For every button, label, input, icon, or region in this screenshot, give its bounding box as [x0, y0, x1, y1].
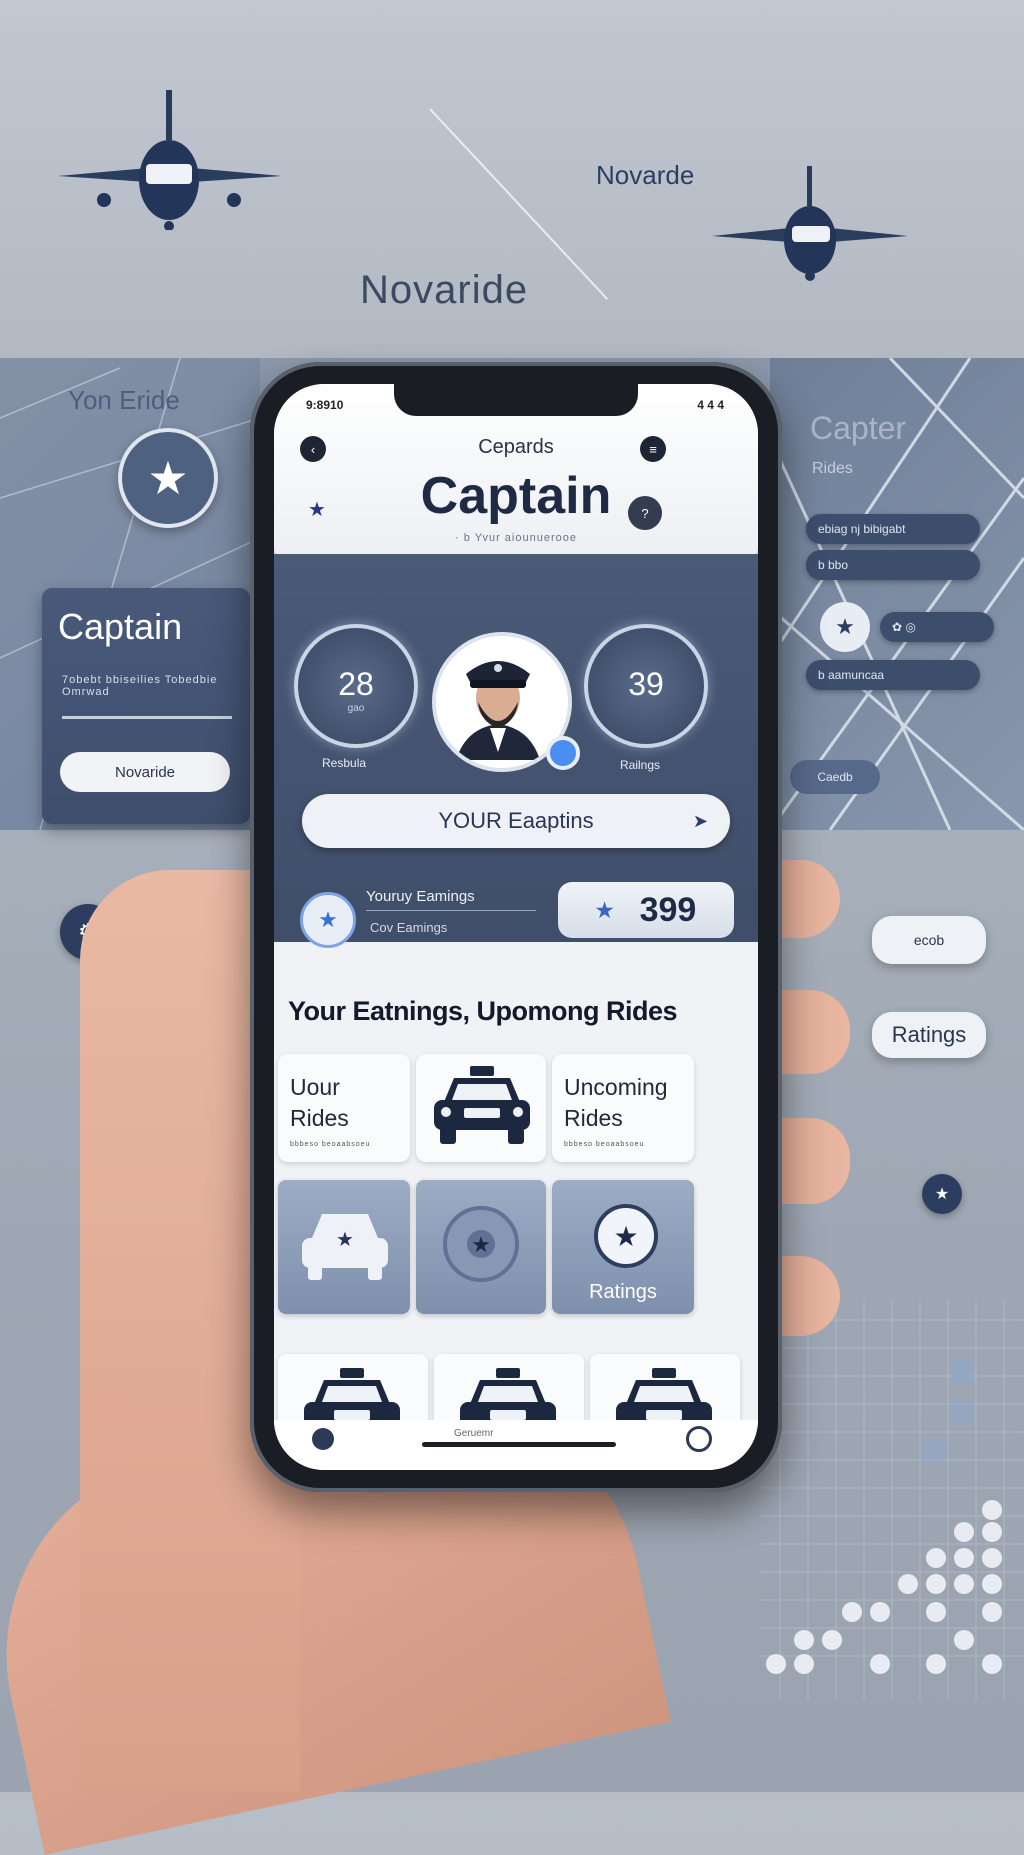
section-title: Your Eatnings, Upomong Rides — [288, 996, 678, 1026]
earnings-sublabel: Cov Eamings — [370, 920, 448, 935]
earnings-value: 399 — [639, 890, 697, 929]
home-icon[interactable] — [312, 1428, 334, 1450]
airplane-icon — [712, 166, 908, 281]
icons-placeholder: ✿ ◎ — [892, 620, 916, 634]
star-icon: ★ — [820, 602, 870, 652]
right-small-pill[interactable]: Caedb — [790, 760, 880, 794]
phone: Cepards Captain · b Yvur aiounuerooe ‹ ≡… — [250, 362, 782, 1492]
phone-screen: Cepards Captain · b Yvur aiounuerooe ‹ ≡… — [274, 384, 758, 1470]
rides-gauge-label: Resbula — [322, 756, 367, 770]
ratings-tile-label: Ratings — [589, 1281, 657, 1303]
header-tagline: · b Yvur aiounuerooe — [455, 532, 577, 544]
ratings-gauge-label: Railngs — [620, 758, 661, 772]
left-panel-title: Yon Eride — [68, 385, 180, 415]
star-icon[interactable]: ★ — [922, 1174, 962, 1214]
right-pill-1[interactable]: ebiag nj bibigabt — [806, 514, 980, 544]
rides-gauge-value: 28 — [338, 666, 374, 702]
brand-text-right: Novarde — [596, 160, 695, 190]
svg-text:★: ★ — [471, 1232, 491, 1257]
svg-text:★: ★ — [336, 1229, 354, 1251]
status-icons: 4 4 4 — [697, 398, 724, 412]
captain-card-title: Captain — [58, 606, 183, 647]
home-indicator[interactable] — [422, 1442, 616, 1447]
page-title: Captain — [420, 467, 612, 525]
ratings-gauge-value: 39 — [628, 666, 664, 702]
chevron-right-icon: ➤ — [692, 810, 708, 831]
your-earnings-button[interactable]: YOUR Eaaptins ➤ — [302, 794, 730, 848]
right-small-pill-label: Caedb — [817, 770, 853, 784]
brand-text-center: Novaride — [360, 268, 529, 312]
ratings-gauge[interactable]: 39 — [584, 624, 708, 748]
your-rides-card-subtitle: bbbeso beoaabsoeu — [290, 1141, 371, 1148]
captain-card-subtitle: 7obebt bbiseilies Tobedbie Omrwad — [62, 674, 218, 698]
right-panel-subtitle: Rides — [812, 460, 853, 477]
taxi-icon — [434, 1066, 530, 1144]
ratings-tile[interactable]: ★ Ratings — [552, 1180, 694, 1314]
taxi-card[interactable] — [416, 1054, 546, 1162]
right-pill-icons[interactable]: ✿ ◎ — [880, 612, 994, 642]
bottom-nav-center-label: Geruemr — [454, 1428, 494, 1439]
star-icon[interactable]: ★ — [304, 496, 330, 522]
float-pill-top[interactable]: ecob — [872, 916, 986, 964]
online-status-indicator — [546, 736, 580, 770]
earnings-label: Youruy Eamings — [366, 888, 475, 905]
float-pill-ratings-label: Ratings — [891, 1022, 967, 1047]
star-icon[interactable]: ★ — [300, 892, 356, 948]
captain-card-button[interactable]: Novaride — [60, 752, 230, 792]
status-time: 9:8910 — [306, 398, 344, 412]
captain-card: Captain 7obebt bbiseilies Tobedbie Omrwa… — [42, 588, 250, 824]
right-pill-3[interactable]: b aamuncaa — [806, 660, 980, 690]
right-panel-title: Capter — [810, 410, 907, 446]
right-pill-2[interactable]: b bbo — [806, 550, 980, 580]
airplane-icon — [58, 90, 282, 230]
star-badge-icon: ★ — [118, 428, 218, 528]
rides-gauge[interactable]: 28 gao — [294, 624, 418, 748]
help-icon[interactable]: ? — [628, 496, 662, 530]
profile-icon[interactable] — [686, 1426, 712, 1452]
captain-card-button-label: Novaride — [114, 763, 176, 781]
ride-tile[interactable]: ★ — [278, 1180, 410, 1314]
star-icon: ★ — [595, 899, 614, 922]
steering-wheel-icon: ★ — [443, 1206, 519, 1282]
earnings-divider — [366, 910, 536, 911]
upcoming-rides-card[interactable]: Uncoming Rides bbbeso beoaabsoeu — [552, 1054, 694, 1162]
rides-gauge-caption: gao — [347, 703, 365, 714]
phone-notch — [394, 384, 638, 416]
star-icon: ★ — [594, 1204, 658, 1268]
car-icon: ★ — [302, 1214, 388, 1280]
upcoming-rides-card-title: Uncoming Rides — [564, 1074, 668, 1131]
float-pill-ratings[interactable]: Ratings — [872, 1012, 986, 1058]
captain-portrait — [456, 661, 540, 760]
app-name: Cepards — [478, 436, 554, 458]
decorative-dot-grid — [760, 1300, 1024, 1700]
earnings-value-card[interactable]: ★ 399 — [558, 882, 734, 938]
menu-icon[interactable]: ≡ — [640, 436, 666, 462]
your-rides-card-title: Uour Rides — [290, 1074, 349, 1131]
right-pill-2-label: b bbo — [818, 558, 849, 572]
float-pill-top-label: ecob — [913, 932, 945, 948]
your-earnings-button-label: YOUR Eaaptins — [438, 808, 594, 833]
upcoming-rides-card-subtitle: bbbeso beoaabsoeu — [564, 1141, 645, 1148]
right-pill-3-label: b aamuncaa — [818, 668, 885, 682]
back-icon[interactable]: ‹ — [300, 436, 326, 462]
your-rides-card[interactable]: Uour Rides bbbeso beoaabsoeu — [278, 1054, 410, 1162]
wheel-tile[interactable]: ★ — [416, 1180, 546, 1314]
right-pill-1-label: ebiag nj bibigabt — [818, 522, 906, 536]
captain-card-divider — [62, 716, 232, 719]
